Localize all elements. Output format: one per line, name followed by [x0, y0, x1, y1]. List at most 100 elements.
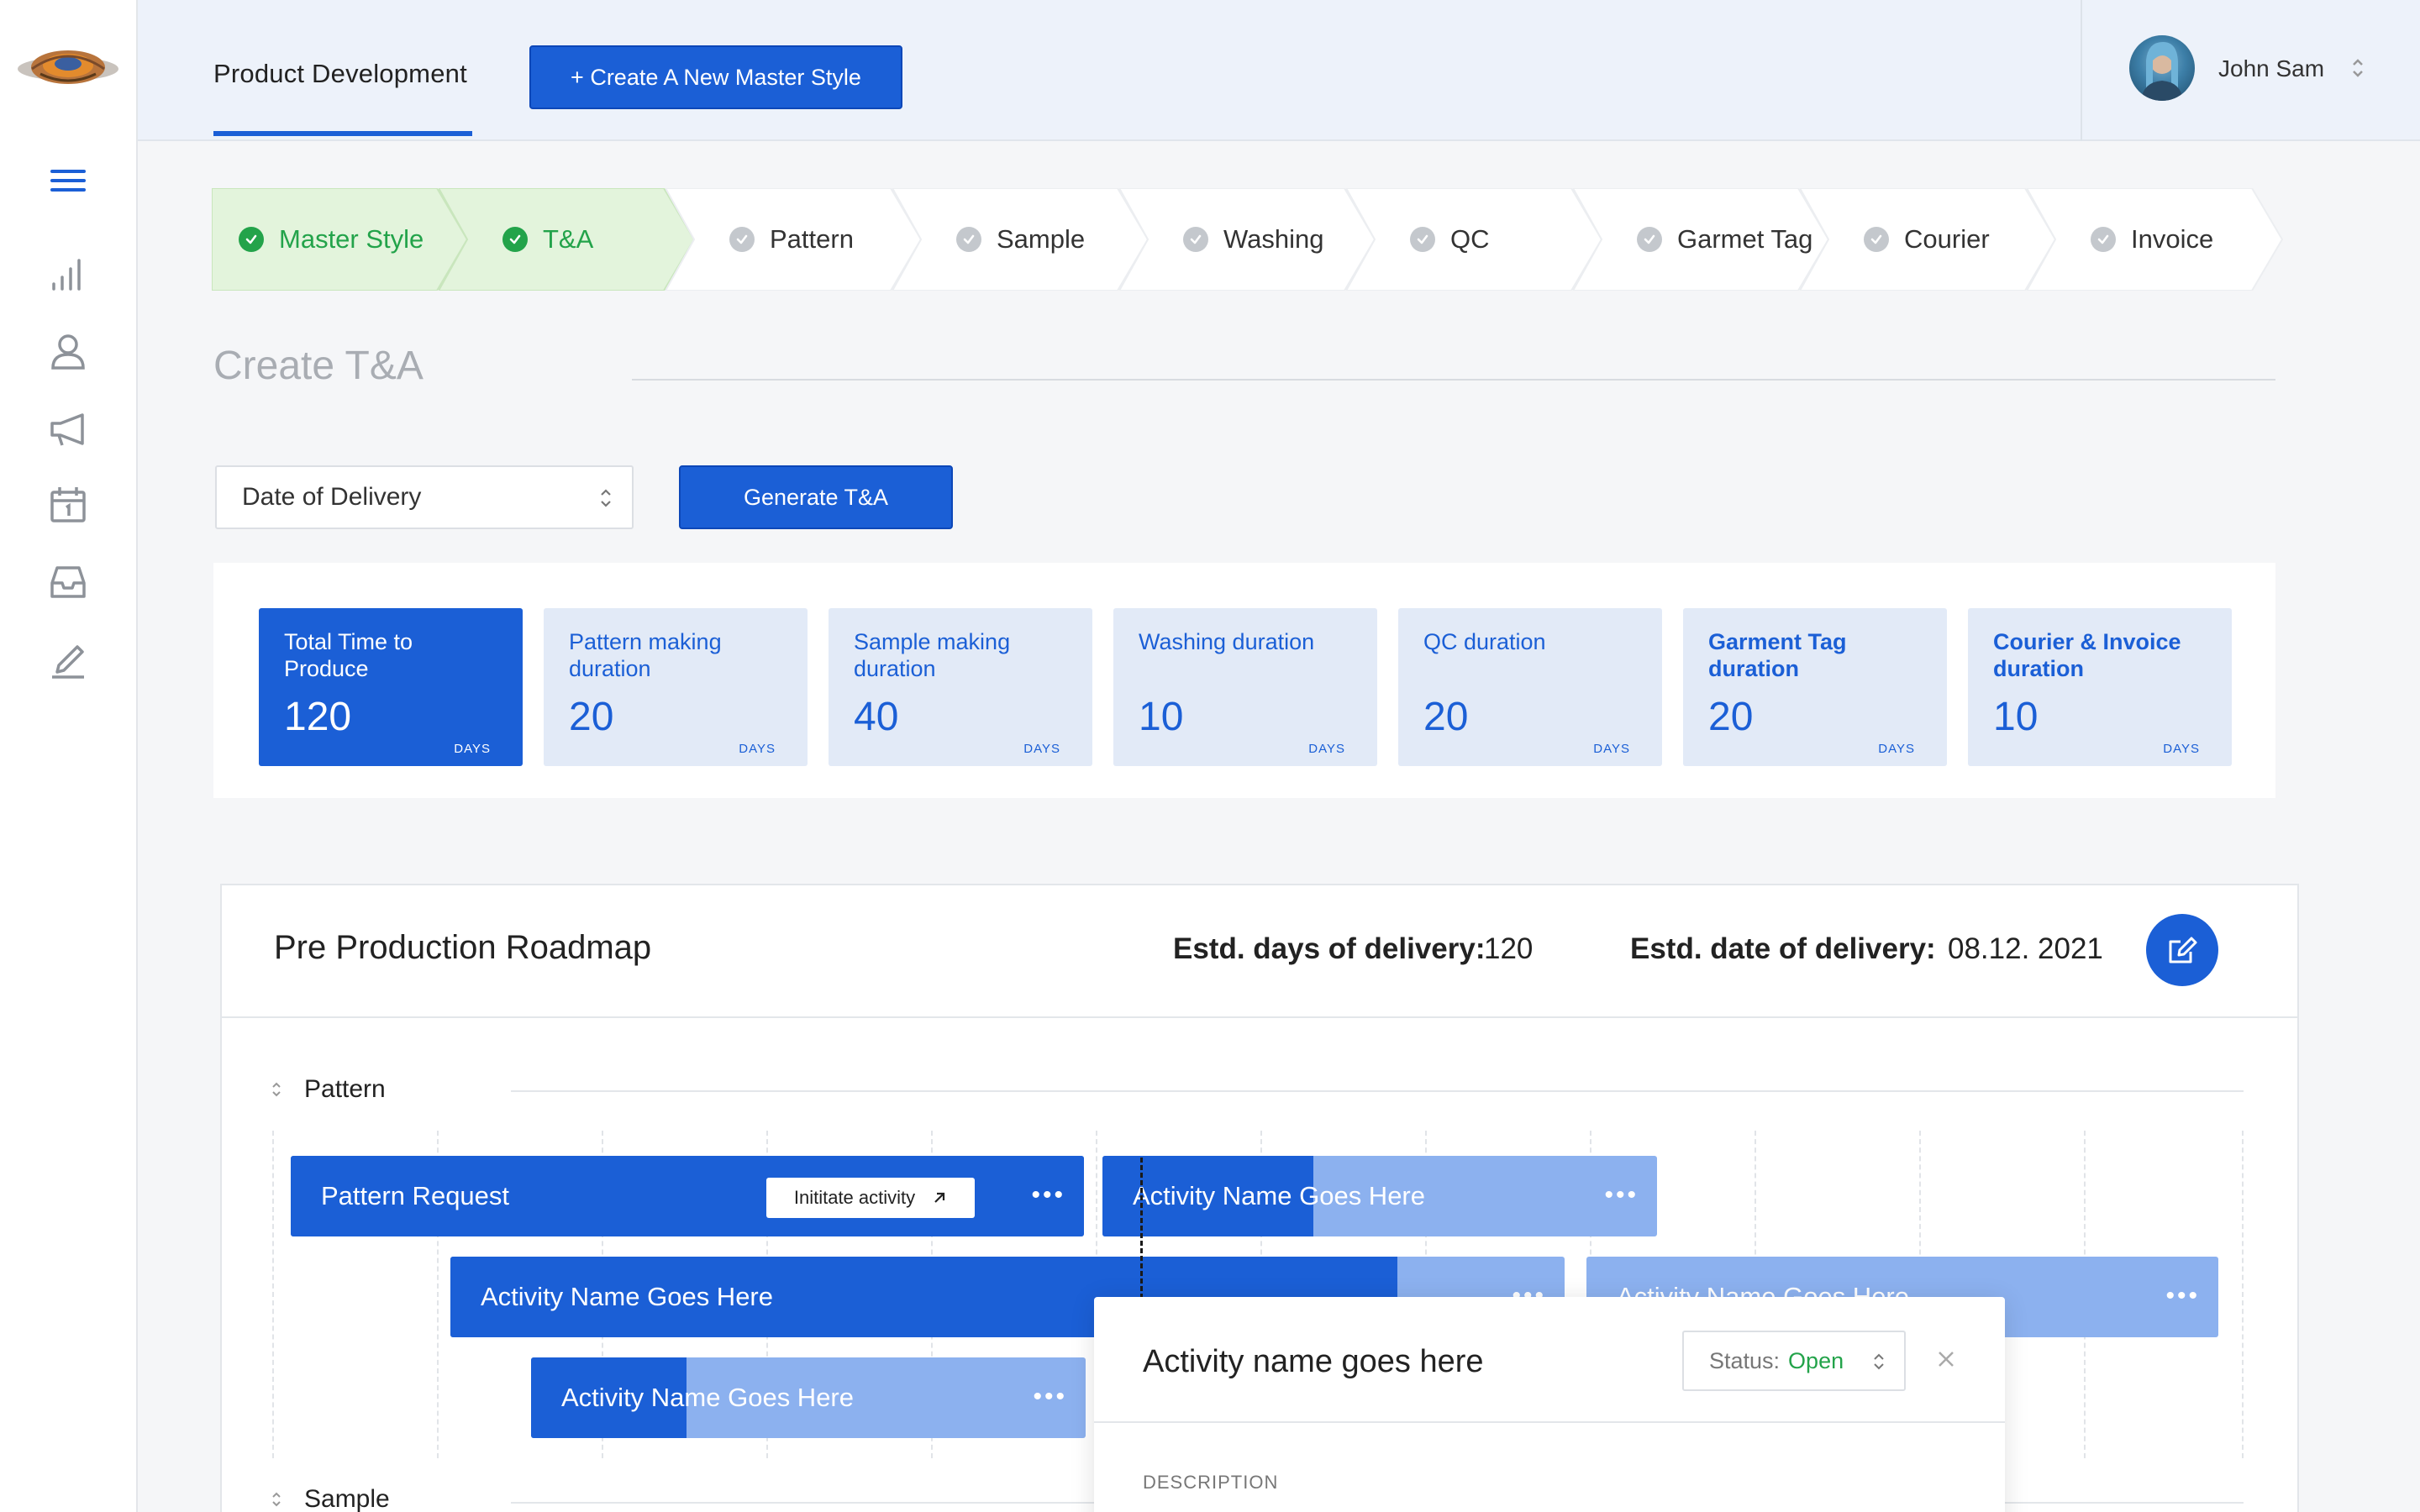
tab-product-development[interactable]: Product Development	[213, 59, 467, 89]
card-title: Sample making duration	[854, 629, 1011, 681]
calendar-icon[interactable]	[44, 480, 92, 529]
popup-title: Activity name goes here	[1143, 1344, 1484, 1379]
user-menu-caret-icon[interactable]	[2349, 54, 2366, 82]
sidebar	[0, 0, 138, 1512]
company-logo[interactable]	[15, 35, 121, 101]
step-label: Garmet Tag	[1677, 224, 1813, 254]
duration-card[interactable]: Courier & Invoice duration 10 DAYS	[1968, 608, 2232, 766]
panel-header-divider	[220, 1016, 2299, 1018]
step-label: Washing	[1223, 224, 1324, 254]
activity-bar-pattern-request[interactable]: Pattern Request Inititate activity •••	[291, 1156, 1084, 1236]
header-divider	[2081, 0, 2082, 141]
create-master-style-button[interactable]: + Create A New Master Style	[529, 45, 902, 109]
grid-line	[272, 1131, 274, 1458]
card-value: 120	[284, 695, 352, 739]
generate-ta-button[interactable]: Generate T&A	[679, 465, 953, 529]
check-circle-icon	[239, 227, 264, 252]
user-icon[interactable]	[44, 328, 92, 376]
card-value: 20	[1708, 695, 1754, 739]
step-label: Courier	[1904, 224, 1990, 254]
step-label: Invoice	[2131, 224, 2214, 254]
step-garmet-tag[interactable]: Garmet Tag	[1573, 188, 1830, 291]
step-qc[interactable]: QC	[1346, 188, 1603, 291]
check-circle-icon	[1864, 227, 1889, 252]
section-divider	[632, 379, 2275, 381]
duration-card[interactable]: Sample making duration 40 DAYS	[829, 608, 1092, 766]
duration-card[interactable]: QC duration 20 DAYS	[1398, 608, 1662, 766]
menu-icon[interactable]	[44, 156, 92, 205]
card-title: Courier & Invoice duration	[1993, 629, 2181, 681]
status-label: Status:	[1709, 1347, 1781, 1373]
step-courier[interactable]: Courier	[1800, 188, 2057, 291]
step-master-style[interactable]: Master Style	[212, 188, 469, 291]
inbox-icon[interactable]	[44, 558, 92, 606]
bar-label: Activity Name Goes Here	[561, 1383, 854, 1412]
duration-card[interactable]: Garment Tag duration 20 DAYS	[1683, 608, 1947, 766]
bar-more-icon[interactable]: •••	[1031, 1181, 1065, 1210]
create-ta-title: Create T&A	[213, 344, 424, 388]
bar-more-icon[interactable]: •••	[1033, 1383, 1067, 1411]
step-sample[interactable]: Sample	[892, 188, 1150, 291]
estd-date-value: 08.12. 2021	[1948, 932, 2103, 965]
close-icon[interactable]	[1934, 1347, 1958, 1371]
check-circle-icon	[956, 227, 981, 252]
card-title: Washing duration	[1139, 629, 1315, 654]
estd-days-value: 120	[1484, 932, 1534, 965]
edit-roadmap-button[interactable]	[2146, 914, 2218, 986]
initiate-activity-button[interactable]: Inititate activity	[766, 1178, 975, 1218]
roadmap-title: Pre Production Roadmap	[274, 929, 652, 966]
step-washing[interactable]: Washing	[1119, 188, 1376, 291]
group-divider	[511, 1090, 2244, 1092]
card-title: QC duration	[1423, 629, 1546, 654]
status-value: Open	[1788, 1347, 1844, 1373]
duration-card[interactable]: Washing duration 10 DAYS	[1113, 608, 1377, 766]
external-arrow-icon	[934, 1192, 945, 1203]
grid-line	[2242, 1131, 2244, 1458]
check-circle-icon	[2091, 227, 2116, 252]
bar-label: Pattern Request	[321, 1181, 510, 1210]
collapse-pattern-caret-icon[interactable]	[271, 1079, 282, 1100]
card-unit: DAYS	[739, 742, 776, 756]
active-tab-indicator	[213, 131, 472, 136]
card-value: 20	[1423, 695, 1469, 739]
bar-chart-icon[interactable]	[44, 250, 92, 299]
card-value: 40	[854, 695, 899, 739]
duration-card[interactable]: Pattern making duration 20 DAYS	[544, 608, 808, 766]
collapse-sample-caret-icon[interactable]	[271, 1488, 282, 1510]
status-select[interactable]: Status: Open	[1682, 1331, 1906, 1391]
select-caret-icon	[601, 489, 611, 507]
bar-more-icon[interactable]: •••	[2165, 1282, 2200, 1310]
step-label: Sample	[997, 224, 1086, 254]
card-unit: DAYS	[1308, 742, 1345, 756]
step-pattern[interactable]: Pattern	[666, 188, 923, 291]
check-circle-icon	[1637, 227, 1662, 252]
card-unit: DAYS	[1593, 742, 1630, 756]
bar-more-icon[interactable]: •••	[1604, 1181, 1639, 1210]
avatar[interactable]	[2129, 35, 2195, 101]
step-t-a[interactable]: T&A	[439, 188, 696, 291]
activity-bar[interactable]: Activity Name Goes Here •••	[531, 1357, 1086, 1438]
card-unit: DAYS	[2163, 742, 2200, 756]
activity-bar[interactable]: Activity Name Goes Here •••	[1102, 1156, 1657, 1236]
select-value: Date of Delivery	[242, 483, 422, 511]
status-caret-icon	[1874, 1353, 1884, 1370]
duration-cards: Total Time to Produce 120 DAYS Pattern maki…	[213, 563, 2275, 798]
pen-icon[interactable]	[44, 633, 92, 682]
initiate-activity-label: Inititate activity	[793, 1187, 916, 1208]
popup-divider	[1094, 1421, 2005, 1423]
megaphone-icon[interactable]	[44, 405, 92, 454]
estd-days-label: Estd. days of delivery:	[1173, 932, 1486, 965]
duration-card[interactable]: Total Time to Produce 120 DAYS	[259, 608, 523, 766]
user-name[interactable]: John Sam	[2218, 55, 2324, 82]
card-value: 10	[1139, 695, 1184, 739]
step-invoice[interactable]: Invoice	[2027, 188, 2284, 291]
step-label: QC	[1450, 224, 1490, 254]
date-of-delivery-select[interactable]: Date of Delivery	[215, 465, 634, 529]
check-circle-icon	[729, 227, 755, 252]
card-value: 10	[1993, 695, 2039, 739]
card-title: Pattern making duration	[569, 629, 722, 681]
card-unit: DAYS	[1023, 742, 1060, 756]
estd-date-label: Estd. date of delivery:	[1630, 932, 1936, 965]
description-label: DESCRIPTION	[1143, 1472, 1279, 1493]
group-label-sample: Sample	[304, 1485, 390, 1512]
